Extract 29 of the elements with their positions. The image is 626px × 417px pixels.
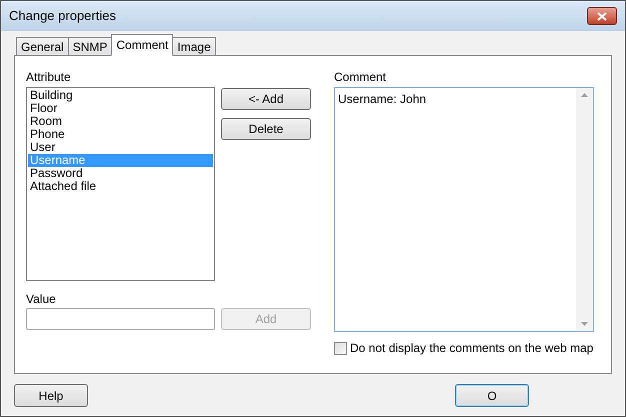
checkbox[interactable] [334,342,347,354]
dialog-button[interactable]: Help [14,384,88,407]
list-item[interactable]: Password [28,167,213,180]
list-item[interactable]: Floor [28,102,213,115]
checkbox-label: Do not display the comments on the web map [350,340,594,357]
comment-label: Comment [334,69,388,86]
attribute-label: Attribute [26,69,72,86]
list-item[interactable]: Phone [28,128,213,141]
list-item[interactable]: Attached file [28,180,213,193]
scroll-up-icon[interactable] [581,93,588,97]
scrollbar[interactable] [576,88,593,331]
close-icon [597,12,607,20]
scroll-down-icon[interactable] [581,322,588,326]
value-label: Value [26,291,57,308]
list-item[interactable]: User [28,141,213,154]
list-item[interactable]: Room [28,115,213,128]
dialog-button[interactable]: O [455,384,529,407]
close-button[interactable] [587,7,617,25]
comment-field[interactable]: Username: John [334,87,594,332]
tab[interactable]: Comment [111,34,174,56]
value-field[interactable] [26,308,215,330]
list-button[interactable]: <- Add [221,88,311,110]
list-button[interactable]: Delete [221,118,311,140]
list-item[interactable]: Building [28,89,213,102]
tab[interactable]: Image [172,37,216,56]
tab[interactable]: General [16,37,69,56]
window-title: Change properties [9,7,116,26]
comment-text: Username: John [337,91,428,108]
tab[interactable]: SNMP [68,37,112,56]
